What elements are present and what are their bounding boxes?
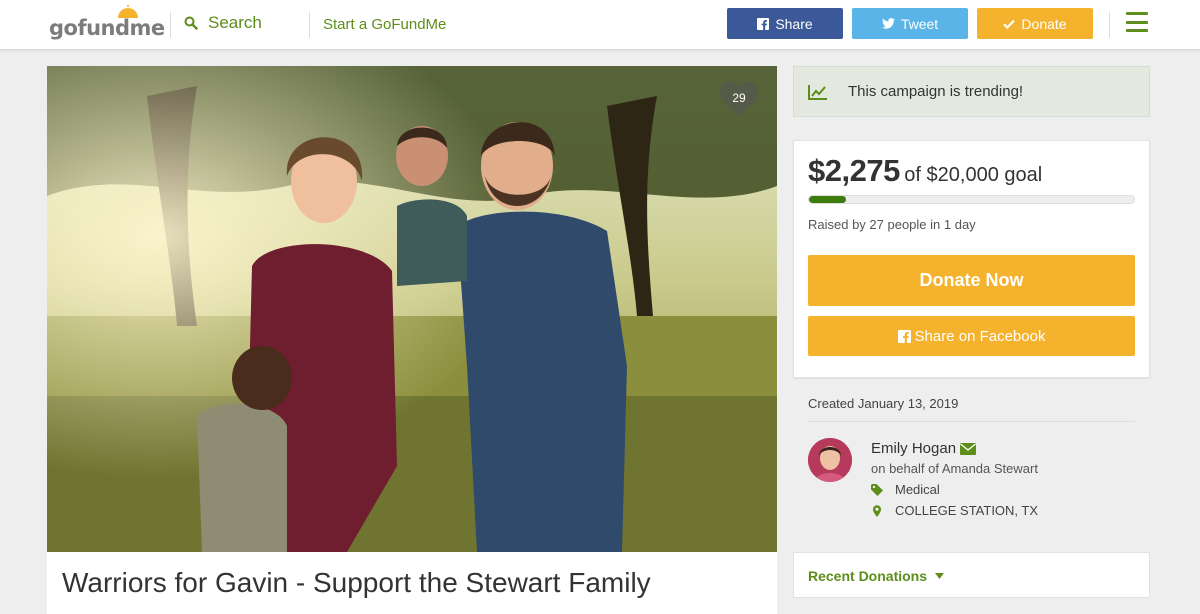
- caret-down-icon: [935, 573, 945, 579]
- header-divider: [1109, 12, 1110, 38]
- raised-amount: $2,275: [808, 153, 900, 188]
- organizer-name[interactable]: Emily Hogan: [871, 440, 956, 457]
- on-behalf-text: on behalf of Amanda Stewart: [871, 461, 1038, 476]
- header-divider: [309, 12, 310, 38]
- campaign-photo: [47, 66, 777, 552]
- gofundme-logo[interactable]: gofundme: [49, 5, 166, 40]
- facebook-icon: [897, 329, 911, 343]
- logo-text-me: me: [129, 16, 166, 40]
- trending-banner: This campaign is trending!: [793, 66, 1150, 117]
- donation-progress-card: $2,275 of $20,000 goal Raised by 27 peop…: [793, 140, 1150, 378]
- header-share-button[interactable]: Share: [727, 8, 843, 39]
- recent-donations-label: Recent Donations: [808, 568, 928, 584]
- search-icon: [184, 16, 198, 30]
- category-text[interactable]: Medical: [895, 482, 940, 497]
- trending-chart-icon: [808, 84, 827, 100]
- progress-bar: [808, 195, 1135, 204]
- avatar-image: [808, 438, 852, 482]
- search-button[interactable]: Search: [184, 13, 262, 33]
- section-divider: [808, 421, 1135, 422]
- header-tweet-button[interactable]: Tweet: [852, 8, 968, 39]
- donate-now-button[interactable]: Donate Now: [808, 255, 1135, 306]
- top-navigation-bar: gofundme Search Start a GoFundMe Share T…: [0, 0, 1200, 50]
- location-text: COLLEGE STATION, TX: [895, 503, 1039, 518]
- header-donate-button[interactable]: Donate: [977, 8, 1093, 39]
- header-donate-label: Donate: [1021, 15, 1067, 32]
- header-share-label: Share: [775, 15, 813, 32]
- trending-text: This campaign is trending!: [848, 83, 1024, 100]
- envelope-icon[interactable]: [960, 442, 977, 455]
- campaign-title-card: Warriors for Gavin - Support the Stewart…: [47, 552, 777, 614]
- facebook-icon: [757, 17, 770, 30]
- created-date: Created January 13, 2019: [808, 396, 959, 411]
- organizer-avatar[interactable]: [808, 438, 852, 482]
- search-label: Search: [208, 13, 262, 32]
- header-divider: [170, 12, 171, 38]
- goal-text: of $20,000 goal: [904, 164, 1043, 186]
- logo-sun-icon: [118, 5, 138, 18]
- hamburger-menu-icon[interactable]: [1126, 12, 1148, 32]
- progress-bar-fill: [809, 196, 846, 203]
- family-photo-illustration: [47, 66, 777, 552]
- location-row: COLLEGE STATION, TX: [871, 503, 1038, 518]
- location-pin-icon: [873, 504, 881, 517]
- category-row: Medical: [871, 482, 940, 497]
- logo-text-fund: fund: [77, 16, 130, 40]
- heart-count: 29: [732, 91, 746, 105]
- recent-donations-panel[interactable]: Recent Donations: [793, 552, 1150, 598]
- organizer-info: Emily Hogan on behalf of Amanda Stewart: [871, 440, 1038, 476]
- twitter-icon: [881, 18, 895, 29]
- heart-button[interactable]: 29: [719, 82, 759, 118]
- start-gofundme-link[interactable]: Start a GoFundMe: [323, 16, 446, 33]
- share-on-facebook-label: Share on Facebook: [914, 327, 1046, 345]
- raised-by-text: Raised by 27 people in 1 day: [808, 217, 976, 232]
- campaign-title: Warriors for Gavin - Support the Stewart…: [62, 567, 651, 598]
- share-on-facebook-button[interactable]: Share on Facebook: [808, 316, 1135, 356]
- logo-text-go: go: [49, 16, 78, 40]
- header-tweet-label: Tweet: [900, 15, 939, 32]
- checkmark-icon: [1003, 19, 1016, 29]
- tag-icon: [871, 483, 883, 496]
- raised-summary: $2,275 of $20,000 goal: [808, 153, 1042, 189]
